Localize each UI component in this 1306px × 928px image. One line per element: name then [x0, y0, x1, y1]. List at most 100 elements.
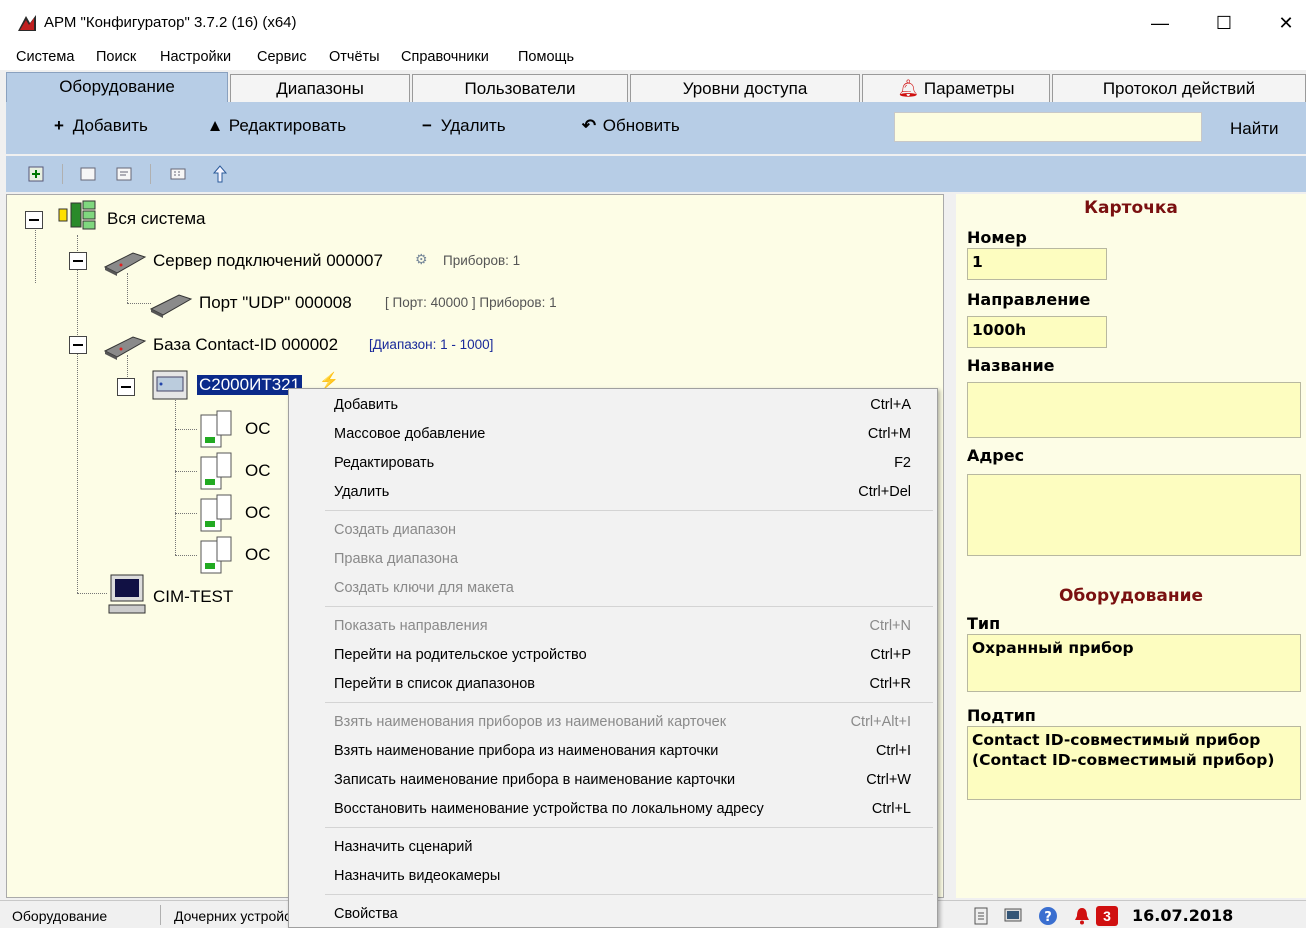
menu-item-label: Назначить видеокамеры	[334, 868, 501, 884]
tree-node-base[interactable]: База Contact-ID 000002	[153, 335, 338, 355]
menu-settings[interactable]: Настройки	[160, 49, 231, 65]
context-menu-item[interactable]: Свойства	[289, 900, 937, 928]
tree-node-port[interactable]: Порт "UDP" 000008	[199, 293, 352, 313]
tab-ranges[interactable]: Диапазоны	[230, 74, 410, 102]
tree-node-zone[interactable]: ОС	[245, 503, 271, 523]
context-menu-item[interactable]: Удалить Ctrl+Del	[289, 478, 937, 506]
close-button[interactable]: ✕	[1266, 10, 1306, 36]
context-menu: Добавить Ctrl+A Массовое добавление Ctrl+M…	[288, 388, 938, 928]
tab-label: Протокол действий	[1102, 79, 1256, 98]
base-device-icon	[103, 336, 147, 360]
tab-users[interactable]: Пользователи	[412, 74, 628, 102]
type-field[interactable]: Охранный прибор	[967, 634, 1301, 692]
context-menu-item[interactable]: Добавить Ctrl+A	[289, 391, 937, 419]
menu-separator	[325, 702, 933, 703]
list-view-icon[interactable]	[114, 164, 134, 184]
menu-search[interactable]: Поиск	[96, 49, 136, 65]
context-menu-item[interactable]: Перейти в список диапазонов Ctrl+R	[289, 670, 937, 698]
find-button[interactable]: Найти	[1230, 119, 1279, 139]
context-menu-item[interactable]: Создать диапазон	[289, 516, 937, 544]
minimize-button[interactable]: —	[1140, 10, 1180, 36]
monitor-icon[interactable]	[1004, 907, 1022, 925]
type-label: Тип	[967, 614, 1001, 633]
collapse-toggle[interactable]	[69, 252, 87, 270]
grid-view-icon[interactable]	[168, 164, 188, 184]
menu-help[interactable]: Помощь	[518, 49, 574, 65]
collapse-toggle[interactable]	[69, 336, 87, 354]
menu-system[interactable]: Система	[16, 49, 74, 65]
maximize-button[interactable]: ☐	[1204, 10, 1244, 36]
tree-node-server[interactable]: Сервер подключений 000007	[153, 251, 383, 271]
context-menu-item[interactable]: Редактировать F2	[289, 449, 937, 477]
direction-field[interactable]: 1000h	[967, 316, 1107, 348]
zone-loop-icon	[200, 494, 232, 532]
tree-line	[77, 593, 107, 594]
context-menu-item[interactable]: Восстановить наименование устройства по …	[289, 795, 937, 823]
tree-node-device[interactable]: С2000ИТ321	[197, 375, 303, 395]
context-menu-item[interactable]: Взять наименование прибора из наименован…	[289, 737, 937, 765]
app-logo-icon	[18, 15, 36, 31]
tab-parameters[interactable]: 🔔︎ Параметры	[862, 74, 1050, 102]
number-field[interactable]: 1	[967, 248, 1107, 280]
expand-tree-icon[interactable]	[26, 164, 46, 184]
menu-item-shortcut: Ctrl+L	[871, 801, 911, 817]
context-menu-item[interactable]: Назначить видеокамеры	[289, 862, 937, 890]
document-icon[interactable]	[972, 907, 990, 925]
context-menu-item[interactable]: Массовое добавление Ctrl+M	[289, 420, 937, 448]
delete-button[interactable]: − Удалить	[418, 116, 506, 136]
alarm-count-badge: 3	[1096, 906, 1118, 926]
gears-icon: ⚙	[415, 251, 428, 267]
menu-item-shortcut: Ctrl+W	[866, 772, 911, 788]
tree-node-zone[interactable]: ОС	[245, 419, 271, 439]
tab-equipment[interactable]: Оборудование	[6, 72, 228, 102]
tree-node-pc[interactable]: CIM-TEST	[153, 587, 233, 607]
help-icon[interactable]: ?	[1038, 906, 1058, 926]
menu-item-label: Создать диапазон	[334, 522, 457, 538]
tab-label: Параметры	[923, 79, 1015, 98]
tree-node-zone[interactable]: ОС	[245, 461, 271, 481]
context-menu-item[interactable]: Взять наименования приборов из наименова…	[289, 708, 937, 736]
context-menu-item[interactable]: Перейти на родительское устройство Ctrl+P	[289, 641, 937, 669]
tab-action-log[interactable]: Протокол действий	[1052, 74, 1306, 102]
card-view-icon[interactable]	[78, 164, 98, 184]
card-panel: Карточка Номер 1 Направление 1000h Назва…	[956, 194, 1306, 898]
menu-item-shortcut: Ctrl+M	[867, 426, 911, 442]
alarm-bell-icon[interactable]	[1074, 907, 1090, 925]
search-input[interactable]	[894, 112, 1202, 142]
menu-item-label: Удалить	[334, 484, 390, 500]
context-menu-item[interactable]: Записать наименование прибора в наименов…	[289, 766, 937, 794]
menu-references[interactable]: Справочники	[401, 49, 489, 65]
add-button[interactable]: + Добавить	[50, 116, 148, 136]
refresh-button[interactable]: ↶ Обновить	[580, 116, 680, 136]
tab-access-levels[interactable]: Уровни доступа	[630, 74, 860, 102]
context-menu-item[interactable]: Правка диапазона	[289, 545, 937, 573]
edit-button[interactable]: ▲ Редактировать	[206, 116, 347, 136]
menu-item-label: Правка диапазона	[334, 551, 459, 567]
menu-reports[interactable]: Отчёты	[329, 49, 380, 65]
toolbar-separator	[62, 164, 63, 184]
network-root-icon	[58, 200, 96, 230]
zone-loop-icon	[200, 410, 232, 448]
menu-item-label: Перейти в список диапазонов	[334, 676, 535, 692]
tree-node-root[interactable]: Вся система	[107, 209, 205, 229]
tree-line	[35, 227, 36, 283]
collapse-toggle[interactable]	[25, 211, 43, 229]
menu-item-label: Перейти на родительское устройство	[334, 647, 587, 663]
collapse-toggle[interactable]	[117, 378, 135, 396]
menu-service[interactable]: Сервис	[257, 49, 307, 65]
add-label: Добавить	[72, 116, 148, 135]
subtype-field[interactable]: Contact ID-совместимый прибор (Contact I…	[967, 726, 1301, 800]
tree-line	[175, 429, 197, 430]
arrow-up-icon[interactable]	[210, 164, 230, 184]
computer-icon	[108, 574, 146, 614]
address-field[interactable]	[967, 474, 1301, 556]
context-menu-item[interactable]: Создать ключи для макета	[289, 574, 937, 602]
context-menu-item[interactable]: Показать направления Ctrl+N	[289, 612, 937, 640]
triangle-up-icon: ▲	[206, 116, 224, 135]
name-field[interactable]	[967, 382, 1301, 438]
tree-node-zone[interactable]: ОС	[245, 545, 271, 565]
context-menu-item[interactable]: Назначить сценарий	[289, 833, 937, 861]
tree-line	[127, 303, 151, 304]
card-heading: Карточка	[1084, 198, 1178, 218]
tree-line	[175, 397, 176, 555]
